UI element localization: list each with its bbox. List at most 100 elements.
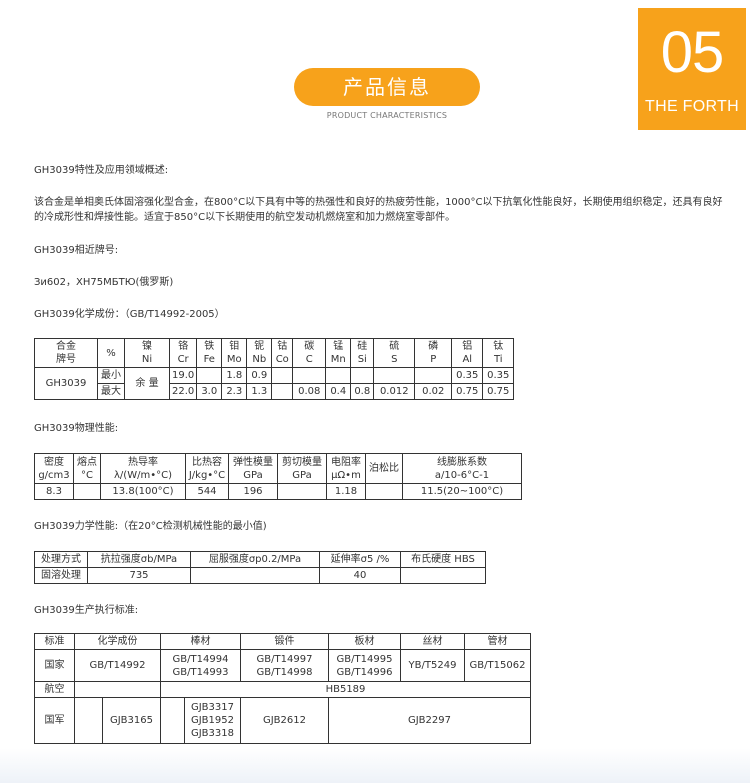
table-cell bbox=[277, 483, 327, 500]
physical-properties-heading: GH3039物理性能: bbox=[34, 423, 119, 434]
section-badge: 05 THE FORTH bbox=[638, 8, 746, 130]
table-cell bbox=[271, 383, 294, 400]
table-header-cell: 剪切模量 GPa bbox=[277, 453, 327, 484]
table-header-cell: 硫S bbox=[373, 338, 416, 368]
table-cell: 0.08 bbox=[292, 383, 327, 400]
table-header-cell: 密度 g/cm3 bbox=[34, 453, 74, 484]
table-header-cell: 泊松比 bbox=[365, 453, 403, 484]
table-cell bbox=[350, 367, 375, 384]
table-header-cell: 镍 Ni bbox=[124, 338, 170, 368]
table-header-cell: 标准 bbox=[34, 633, 75, 650]
section-number: 05 bbox=[660, 20, 725, 85]
table-cell bbox=[74, 697, 103, 744]
table-cell: GB/T14997 GB/T14998 bbox=[240, 649, 329, 682]
table-cell: 0.02 bbox=[414, 383, 453, 400]
table-cell: GB/T15062 bbox=[464, 649, 531, 682]
table-cell: 19.0 bbox=[168, 367, 198, 384]
table-cell bbox=[74, 681, 161, 698]
table-cell: 固溶处理 bbox=[34, 567, 88, 584]
table-header-cell: 化学成份 bbox=[74, 633, 161, 650]
table-cell: 0.8 bbox=[350, 383, 375, 400]
table-cell: 0.012 bbox=[373, 383, 416, 400]
table-header-cell: 熔点 °C bbox=[73, 453, 101, 484]
table-cell: 40 bbox=[319, 567, 401, 584]
table-cell: 最大 bbox=[97, 383, 125, 400]
table-cell: GH3039 bbox=[34, 367, 98, 400]
chemical-composition-heading: GH3039化学成份：（GB/T14992-2005） bbox=[34, 309, 225, 320]
table-cell: 0.9 bbox=[246, 367, 273, 384]
table-cell bbox=[271, 367, 294, 384]
table-cell bbox=[190, 567, 320, 584]
table-header-cell: 棒材 bbox=[160, 633, 241, 650]
table-cell: 0.75 bbox=[451, 383, 484, 400]
table-header-cell: 电阻率 μΩ•m bbox=[326, 453, 366, 484]
table-header-cell: 铁 Fe bbox=[196, 338, 223, 368]
table-header-cell: 铌 Nb bbox=[246, 338, 273, 368]
table-cell: 0.35 bbox=[451, 367, 484, 384]
table-header-cell: 屈服强度σp0.2/MPa bbox=[190, 551, 320, 568]
table-cell bbox=[373, 367, 416, 384]
table-header-cell: 管材 bbox=[464, 633, 531, 650]
table-cell: GB/T14995 GB/T14996 bbox=[328, 649, 401, 682]
table-cell: 0.75 bbox=[482, 383, 515, 400]
table-header-cell: 碳C bbox=[292, 338, 327, 368]
table-cell: GB/T14994 GB/T14993 bbox=[160, 649, 241, 682]
table-cell: 3.0 bbox=[196, 383, 223, 400]
table-cell: 国家 bbox=[34, 649, 75, 682]
page-subtitle: PRODUCT CHARACTERISTICS bbox=[326, 111, 448, 120]
table-cell: 196 bbox=[228, 483, 278, 500]
table-cell: 544 bbox=[185, 483, 229, 500]
table-cell: 13.8(100°C) bbox=[100, 483, 186, 500]
table-cell: GJB2297 bbox=[328, 697, 531, 744]
table-cell: 735 bbox=[87, 567, 191, 584]
table-cell: GJB3165 bbox=[102, 697, 161, 744]
table-header-cell: 铝 Al bbox=[451, 338, 484, 368]
table-cell bbox=[292, 367, 327, 384]
table-header-cell: 处理方式 bbox=[34, 551, 88, 568]
table-cell bbox=[365, 483, 403, 500]
table-cell: 余 量 bbox=[124, 367, 170, 400]
table-header-cell: 铬 Cr bbox=[168, 338, 198, 368]
table-cell bbox=[196, 367, 223, 384]
overview-text: 该合金是单相奥氏体固溶强化型合金，在800°C以下具有中等的热强性和良好的热疲劳… bbox=[34, 197, 723, 223]
table-cell bbox=[400, 567, 486, 584]
table-cell: 8.3 bbox=[34, 483, 74, 500]
table-header-cell: 合金 牌号 bbox=[34, 338, 98, 368]
table-header-cell: % bbox=[97, 338, 125, 368]
mechanical-properties-table: 处理方式 抗拉强度σb/MPa 屈服强度σp0.2/MPa 延伸率σ5 /% 布… bbox=[34, 551, 486, 584]
table-cell: 国军 bbox=[34, 697, 75, 744]
table-header-cell: 钛 Ti bbox=[482, 338, 515, 368]
table-header-cell: 锻件 bbox=[240, 633, 329, 650]
table-cell: 0.4 bbox=[325, 383, 352, 400]
table-header-cell: 抗拉强度σb/MPa bbox=[87, 551, 191, 568]
table-cell bbox=[73, 483, 101, 500]
table-header-cell: 磷P bbox=[414, 338, 453, 368]
table-cell: GJB2612 bbox=[240, 697, 329, 744]
table-header-cell: 线膨胀系数 a/10-6°C-1 bbox=[402, 453, 522, 484]
table-header-cell: 板材 bbox=[328, 633, 401, 650]
table-header-cell: 弹性模量 GPa bbox=[228, 453, 278, 484]
table-header-cell: 布氏硬度 HBS bbox=[400, 551, 486, 568]
table-header-cell: 丝材 bbox=[400, 633, 465, 650]
similar-grades-heading: GH3039相近牌号: bbox=[34, 245, 119, 256]
section-subtitle: THE FORTH bbox=[645, 98, 739, 115]
mechanical-properties-heading: GH3039力学性能:（在20°C检测机械性能的最小值) bbox=[34, 521, 267, 532]
table-cell: 11.5(20~100°C) bbox=[402, 483, 522, 500]
table-header-cell: 延伸率σ5 /% bbox=[319, 551, 401, 568]
table-cell: 22.0 bbox=[168, 383, 198, 400]
overview-heading: GH3039特性及应用领域概述: bbox=[34, 165, 169, 176]
table-cell bbox=[325, 367, 352, 384]
table-cell: 1.8 bbox=[221, 367, 248, 384]
standards-table: 标准 化学成份 棒材 锻件 板材 丝材 管材 国家 GB/T14992 GB/T… bbox=[34, 633, 531, 744]
table-header-cell: 比热容 J/kg•°C bbox=[185, 453, 229, 484]
table-header-cell: 钴 Co bbox=[271, 338, 294, 368]
similar-grades-text: Зи602，ХН75МБТЮ(俄罗斯) bbox=[34, 277, 174, 288]
table-header-cell: 热导率 λ/(W/m•°C) bbox=[100, 453, 186, 484]
physical-properties-table: 密度 g/cm3 熔点 °C 热导率 λ/(W/m•°C) 比热容 J/kg•°C 弹性… bbox=[34, 453, 522, 500]
chemical-composition-table: 合金 牌号 % 镍 Ni 铬 Cr 铁 Fe 钼 Mo 铌 Nb 钴 Co 碳C 锰 Mn 硅S… bbox=[34, 338, 515, 400]
standards-heading: GH3039生产执行标准: bbox=[34, 605, 139, 616]
table-cell: 最小 bbox=[97, 367, 125, 384]
table-cell: GB/T14992 bbox=[74, 649, 161, 682]
table-header-cell: 硅 Si bbox=[350, 338, 375, 368]
table-cell: HB5189 bbox=[160, 681, 531, 698]
